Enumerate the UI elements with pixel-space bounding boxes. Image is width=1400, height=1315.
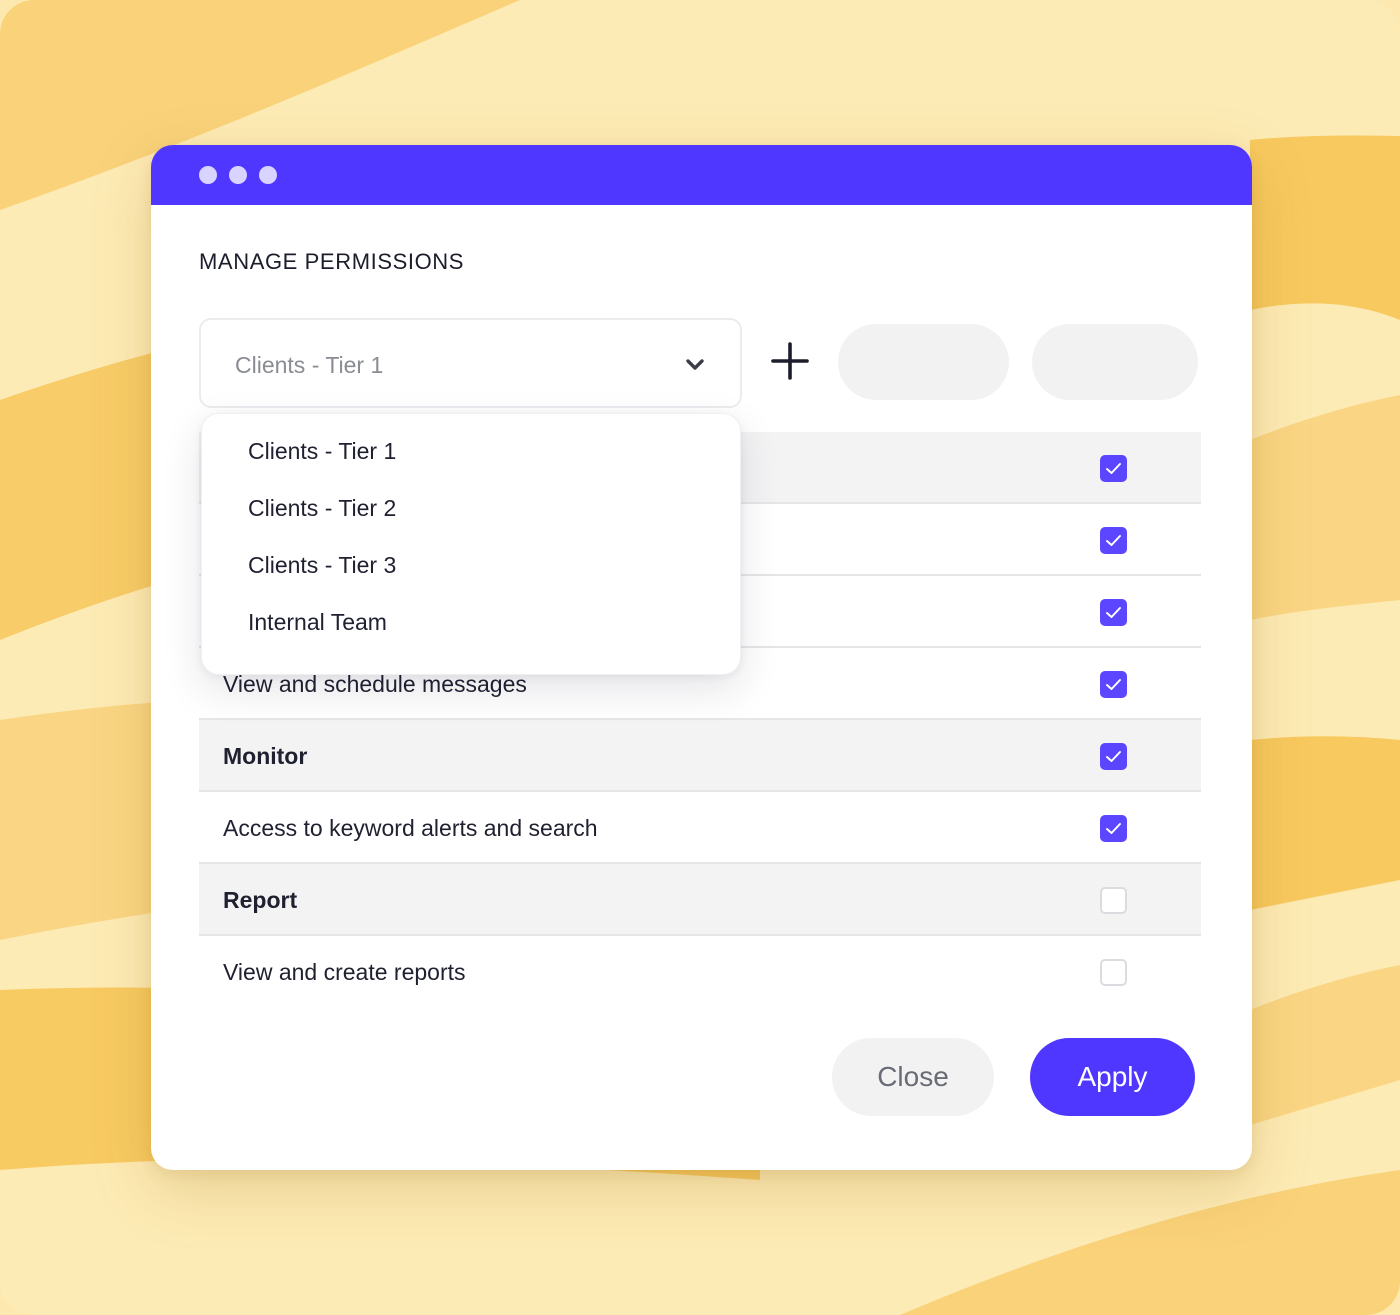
group-select[interactable]: Clients - Tier 1 bbox=[199, 318, 742, 408]
window-dot-icon[interactable] bbox=[229, 166, 247, 184]
permission-checkbox[interactable] bbox=[1100, 455, 1127, 482]
check-icon bbox=[1106, 823, 1121, 834]
permission-checkbox[interactable] bbox=[1100, 743, 1127, 770]
placeholder-pill bbox=[1032, 324, 1198, 400]
permission-label: View and schedule messages bbox=[223, 671, 527, 697]
permissions-window: MANAGE PERMISSIONS Clients - Tier 1 View… bbox=[151, 145, 1252, 1170]
apply-button[interactable]: Apply bbox=[1030, 1038, 1195, 1116]
dropdown-option[interactable]: Clients - Tier 3 bbox=[248, 552, 396, 579]
permission-row: Access to keyword alerts and search bbox=[199, 792, 1201, 864]
stripe bbox=[1250, 965, 1400, 1125]
stripe bbox=[900, 1170, 1400, 1315]
page-title: MANAGE PERMISSIONS bbox=[199, 249, 465, 274]
permission-checkbox[interactable] bbox=[1100, 599, 1127, 626]
permission-checkbox[interactable] bbox=[1100, 815, 1127, 842]
check-icon bbox=[1106, 679, 1121, 690]
check-icon bbox=[1106, 463, 1121, 474]
permission-group-row: Monitor bbox=[199, 720, 1201, 792]
dropdown-option[interactable]: Internal Team bbox=[248, 609, 387, 636]
window-titlebar bbox=[151, 145, 1252, 205]
close-button[interactable]: Close bbox=[832, 1038, 994, 1116]
permission-row: View and create reports bbox=[199, 936, 1201, 1008]
check-icon bbox=[1106, 607, 1121, 618]
stripe bbox=[1250, 736, 1400, 910]
permission-label: Access to keyword alerts and search bbox=[223, 815, 598, 841]
permission-checkbox[interactable] bbox=[1100, 671, 1127, 698]
permission-label: Report bbox=[223, 887, 298, 913]
permission-label: Monitor bbox=[223, 743, 308, 769]
check-icon bbox=[1106, 751, 1121, 762]
plus-icon[interactable] bbox=[769, 340, 811, 382]
group-select-value: Clients - Tier 1 bbox=[235, 352, 384, 378]
window-dot-icon[interactable] bbox=[259, 166, 277, 184]
placeholder-pill bbox=[838, 324, 1009, 400]
permission-checkbox[interactable] bbox=[1100, 887, 1127, 914]
chevron-down-icon bbox=[686, 359, 704, 370]
stripe bbox=[1250, 135, 1400, 320]
window-dot-icon[interactable] bbox=[199, 166, 217, 184]
permission-label: View and create reports bbox=[223, 959, 466, 985]
dropdown-option[interactable]: Clients - Tier 1 bbox=[248, 438, 396, 465]
stripe bbox=[1250, 395, 1400, 620]
check-icon bbox=[1106, 535, 1121, 546]
dropdown-option[interactable]: Clients - Tier 2 bbox=[248, 495, 396, 522]
group-dropdown-menu: Clients - Tier 1 Clients - Tier 2 Clients … bbox=[201, 413, 741, 675]
permission-group-row: Report bbox=[199, 864, 1201, 936]
permission-checkbox[interactable] bbox=[1100, 527, 1127, 554]
permission-checkbox[interactable] bbox=[1100, 959, 1127, 986]
